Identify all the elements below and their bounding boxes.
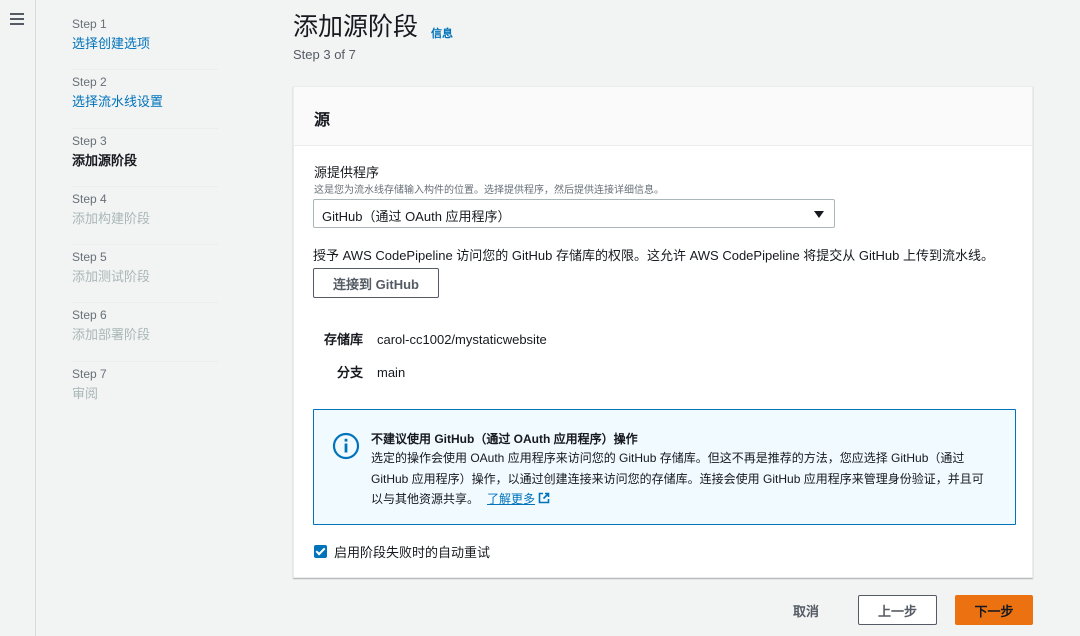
- repository-value: carol-cc1002/mystaticwebsite: [377, 332, 547, 347]
- step-counter: Step 3 of 7: [293, 47, 356, 62]
- wizard-step-7: Step 7 审阅: [72, 362, 218, 420]
- cancel-button[interactable]: 取消: [793, 601, 819, 620]
- wizard-step-4: Step 4 添加构建阶段: [72, 187, 218, 246]
- learn-more-link[interactable]: 了解更多: [487, 492, 535, 506]
- provider-select[interactable]: GitHub（通过 OAuth 应用程序）: [313, 199, 835, 228]
- branch-key: 分支: [336, 365, 363, 380]
- auto-retry-checkbox[interactable]: [314, 545, 327, 558]
- step-number: Step 7: [72, 366, 107, 381]
- wizard-step-3: Step 3 添加源阶段: [72, 129, 218, 187]
- provider-label: 源提供程序: [314, 165, 380, 180]
- panel-title: 源: [294, 87, 1032, 146]
- provider-description: 这是您为流水线存储输入构件的位置。选择提供程序，然后提供连接详细信息。: [314, 185, 664, 196]
- step-label-review: 审阅: [72, 385, 99, 401]
- external-link-icon[interactable]: [538, 492, 550, 504]
- branch-row: 分支 main: [313, 362, 405, 381]
- navigation-rail: [0, 0, 36, 636]
- wizard-steps: Step 1 选择创建选项 Step 2 选择流水线设置 Step 3 添加源阶…: [72, 12, 218, 420]
- step-number: Step 1: [72, 17, 107, 31]
- branch-value: main: [377, 365, 406, 380]
- auto-retry-label[interactable]: 启用阶段失败时的自动重试: [334, 542, 490, 561]
- alert-body-text: 选定的操作会使用 OAuth 应用程序来访问您的 GitHub 存储库。但这不再…: [371, 451, 984, 506]
- repository-key: 存储库: [323, 332, 363, 347]
- wizard-step-6: Step 6 添加部署阶段: [72, 303, 218, 362]
- wizard-step-2: Step 2 选择流水线设置: [72, 70, 218, 129]
- wizard-step-5: Step 5 添加测试阶段: [72, 245, 218, 304]
- step-label-source-current: 添加源阶段: [72, 152, 138, 168]
- step-number: Step 3: [72, 133, 107, 148]
- step-number: Step 2: [72, 75, 107, 90]
- deprecation-alert: 不建议使用 GitHub（通过 OAuth 应用程序）操作 选定的操作会使用 O…: [313, 409, 1016, 525]
- alert-body: 选定的操作会使用 OAuth 应用程序来访问您的 GitHub 存储库。但这不再…: [371, 448, 991, 510]
- step-label-deploy: 添加部署阶段: [72, 327, 151, 343]
- info-icon: [332, 432, 360, 460]
- step-link-choose-options[interactable]: 选择创建选项: [72, 33, 218, 55]
- step-label-test: 添加测试阶段: [72, 269, 151, 285]
- alert-title: 不建议使用 GitHub（通过 OAuth 应用程序）操作: [371, 432, 638, 446]
- step-label-build: 添加构建阶段: [72, 210, 151, 226]
- provider-select-value: GitHub（通过 OAuth 应用程序）: [322, 209, 511, 224]
- menu-icon[interactable]: [10, 13, 24, 25]
- info-link[interactable]: 信息: [431, 25, 453, 41]
- auto-retry-option: 启用阶段失败时的自动重试: [314, 542, 490, 561]
- learn-more-label: 了解更多: [487, 492, 536, 506]
- caret-down-icon: [814, 211, 824, 218]
- next-button[interactable]: 下一步: [955, 595, 1033, 625]
- wizard-step-1: Step 1 选择创建选项: [72, 12, 218, 71]
- step-number: Step 6: [72, 308, 107, 323]
- previous-button[interactable]: 上一步: [858, 595, 937, 625]
- page-title: 添加源阶段: [293, 13, 419, 41]
- repository-row: 存储库 carol-cc1002/mystaticwebsite: [313, 329, 547, 348]
- connect-github-button[interactable]: 连接到 GitHub: [313, 268, 439, 298]
- source-panel: 源 源提供程序 这是您为流水线存储输入构件的位置。选择提供程序，然后提供连接详细…: [293, 86, 1033, 578]
- step-number: Step 5: [72, 250, 107, 265]
- step-link-pipeline-settings[interactable]: 选择流水线设置: [72, 91, 218, 113]
- grant-permission-text: 授予 AWS CodePipeline 访问您的 GitHub 存储库的权限。这…: [313, 248, 994, 263]
- step-number: Step 4: [72, 191, 107, 206]
